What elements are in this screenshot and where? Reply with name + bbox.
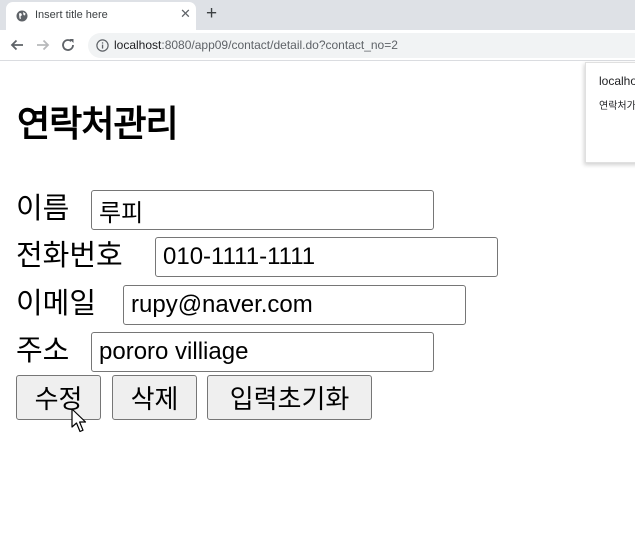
url-host: localhost: [114, 38, 162, 52]
tab-strip: Insert title here ✕ +: [0, 0, 635, 30]
name-label: 이름: [16, 191, 70, 225]
address-label: 주소: [16, 333, 70, 367]
popup-message: 연락처가: [599, 101, 635, 112]
new-tab-button[interactable]: +: [206, 4, 217, 24]
address-input[interactable]: [91, 332, 434, 372]
page-title: 연락처관리: [17, 104, 179, 145]
tab-title: Insert title here: [35, 9, 108, 21]
forward-arrow-icon[interactable]: [34, 36, 52, 54]
url-text: localhost:8080/app09/contact/detail.do?c…: [114, 38, 398, 52]
url-path: :8080/app09/contact/detail.do?contact_no…: [161, 38, 398, 52]
email-input[interactable]: [123, 285, 466, 325]
delete-button[interactable]: 삭제: [112, 375, 197, 420]
close-tab-icon[interactable]: ✕: [180, 8, 191, 22]
back-arrow-icon[interactable]: [8, 36, 26, 54]
address-bar[interactable]: localhost:8080/app09/contact/detail.do?c…: [88, 33, 635, 58]
browser-toolbar: localhost:8080/app09/contact/detail.do?c…: [0, 30, 635, 61]
phone-input[interactable]: [155, 237, 498, 277]
phone-label: 전화번호: [16, 238, 123, 272]
name-input[interactable]: [91, 190, 434, 230]
mouse-pointer-icon: [71, 408, 87, 433]
info-icon[interactable]: [96, 39, 109, 52]
reset-button[interactable]: 입력초기화: [207, 375, 372, 420]
reload-icon[interactable]: [59, 36, 77, 54]
email-label: 이메일: [16, 286, 97, 320]
notification-popup: localhost 연락처가: [585, 62, 635, 163]
browser-tab[interactable]: Insert title here ✕: [6, 2, 196, 30]
popup-origin: localhost: [599, 74, 635, 88]
globe-icon: [16, 10, 28, 22]
update-button[interactable]: 수정: [16, 375, 101, 420]
